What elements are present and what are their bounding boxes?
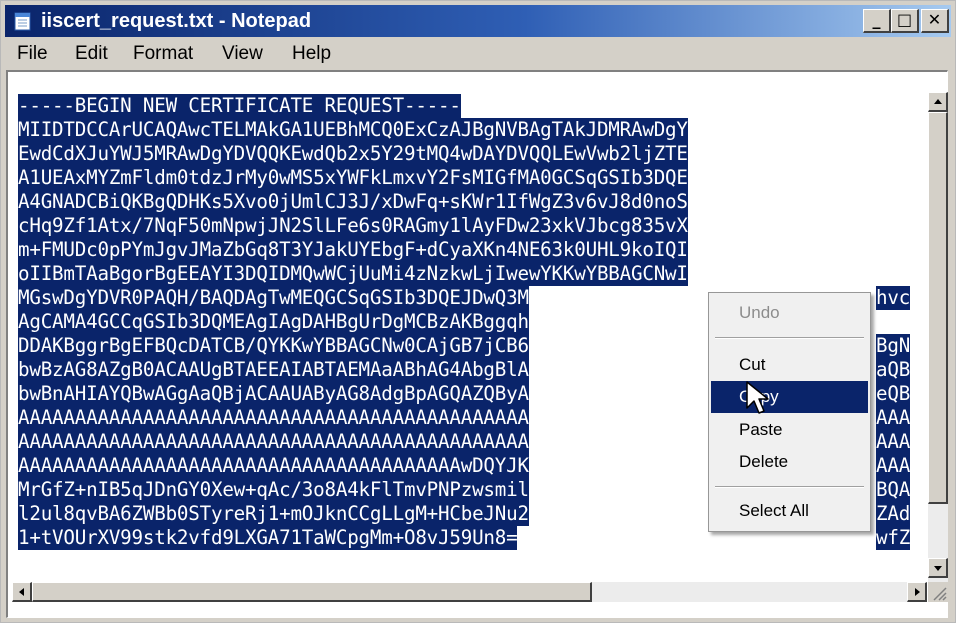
text-line-fragment: eQB [876,382,911,406]
text-line: MIIDTDCCArUCAQAwcTELMAkGA1UEBhMCQ0ExCzAJ… [18,118,688,142]
title-bar[interactable]: iiscert_request.txt - Notepad _ □ ✕ [5,5,951,37]
arrow-right-icon [915,588,920,596]
text-line-fragment: BQA [876,478,911,502]
text-line-fragment: BgN [876,334,911,358]
window-title: iiscert_request.txt - Notepad [41,10,312,32]
size-grip-icon [933,587,947,601]
text-line: A1UEAxMYZmFldm0tdzJrMy0wMS5xYWFkLmxvY2Fs… [18,166,688,190]
menu-item-cut[interactable]: Cut [711,349,868,381]
arrow-down-icon [934,566,942,571]
menu-help[interactable]: Help [292,43,331,65]
menu-item-copy[interactable]: Copy [711,381,868,413]
text-line: cHq9Zf1Atx/7NqF50mNpwjJN2SlLFe6s0RAGmy1l… [18,214,688,238]
text-line-fragment: ZAd [876,502,911,526]
menu-bar: File Edit Format View Help [5,39,951,69]
menu-view[interactable]: View [222,43,263,65]
menu-separator [715,486,864,488]
mouse-pointer-icon [746,381,769,414]
menu-item-label: Undo [739,303,780,322]
menu-item-select-all[interactable]: Select All [711,495,868,527]
text-line: EwdCdXJuYWJ5MRAwDgYDVQQKEwdQb2x5Y29tMQ4w… [18,142,688,166]
text-line: bwBzAG8AZgB0ACAAUgBTAEEAIABTAEMAaABhAG4A… [18,358,529,382]
menu-separator [715,337,864,339]
menu-item-label: Cut [739,355,766,374]
text-line: MrGfZ+nIB5qJDnGY0Xew+qAc/3o8A4kFlTmvPNPz… [18,478,529,502]
text-line: AgCAMA4GCCqGSIb3DQMEAgIAgDAHBgUrDgMCBzAK… [18,310,529,334]
menu-edit[interactable]: Edit [75,43,108,65]
menu-item-label: Select All [739,501,809,520]
menu-item-paste[interactable]: Paste [711,414,868,446]
text-line: bwBnAHIAYQBwAGgAaQBjACAAUAByAG8AdgBpAGQA… [18,382,529,406]
maximize-icon: □ [896,10,913,29]
text-line: AAAAAAAAAAAAAAAAAAAAAAAAAAAAAAAAAAAAAAAA… [18,430,529,454]
text-line: A4GNADCBiQKBgQDHKs5Xvo0jUmlCJ3J/xDwFq+sK… [18,190,688,214]
text-line-fragment: hvc [876,286,911,310]
text-line: AAAAAAAAAAAAAAAAAAAAAAAAAAAAAAAAAAAAAAAA… [18,406,529,430]
scroll-left-button[interactable] [12,582,32,602]
vertical-scroll-thumb[interactable] [928,112,948,504]
context-menu: Undo Cut Copy Paste Delete Select All [708,292,871,532]
text-line: -----BEGIN NEW CERTIFICATE REQUEST----- [18,94,461,118]
text-line: DDAKBggrBgEFBQcDATCB/QYKKwYBBAGCNw0CAjGB… [18,334,529,358]
menu-item-undo[interactable]: Undo [711,297,868,329]
close-button[interactable]: ✕ [921,9,949,33]
scroll-down-button[interactable] [928,558,948,578]
vertical-scrollbar[interactable] [928,92,948,601]
text-line-fragment: AAA [876,406,911,430]
menu-format[interactable]: Format [133,43,193,65]
minimize-icon: _ [872,10,881,29]
horizontal-scrollbar[interactable] [12,582,927,602]
menu-file[interactable]: File [17,43,48,65]
text-line-fragment: wfZ [876,526,911,550]
menu-item-label: Delete [739,452,789,471]
text-line-fragment: AAA [876,454,911,478]
text-line: 1+tVOUrXV99stk2vfd9LXGA71TaWCpgMm+O8vJ59… [18,526,518,550]
text-line: oIIBmTAaBgorBgEEAYI3DQIDMQwWCjUuMi4zNzkw… [18,262,688,286]
close-icon: ✕ [927,10,942,29]
scroll-right-button[interactable] [907,582,927,602]
arrow-left-icon [19,588,24,596]
maximize-button[interactable]: □ [891,9,919,33]
text-line: AAAAAAAAAAAAAAAAAAAAAAAAAAAAAAAAAAAAAAAw… [18,454,529,478]
menu-item-delete[interactable]: Delete [711,446,868,478]
horizontal-scroll-thumb[interactable] [32,582,592,602]
arrow-up-icon [934,99,942,104]
text-line: MGswDgYDVR0PAQH/BAQDAgTwMEQGCSqGSIb3DQEJ… [18,286,529,310]
text-line-fragment: aQB [876,358,911,382]
scroll-up-button[interactable] [928,92,948,112]
menu-item-label: Paste [739,420,783,439]
text-line-fragment: AAA [876,430,911,454]
resize-grip[interactable] [928,582,948,602]
minimize-button[interactable]: _ [863,9,891,33]
text-line: l2ul8qvBA6ZWBb0STyreRj1+mOJknCCgLLgM+HCb… [18,502,529,526]
text-line: m+FMUDc0pPYmJgvJMaZbGq8T3YJakUYEbgF+dCya… [18,238,688,262]
notepad-icon [14,12,31,31]
